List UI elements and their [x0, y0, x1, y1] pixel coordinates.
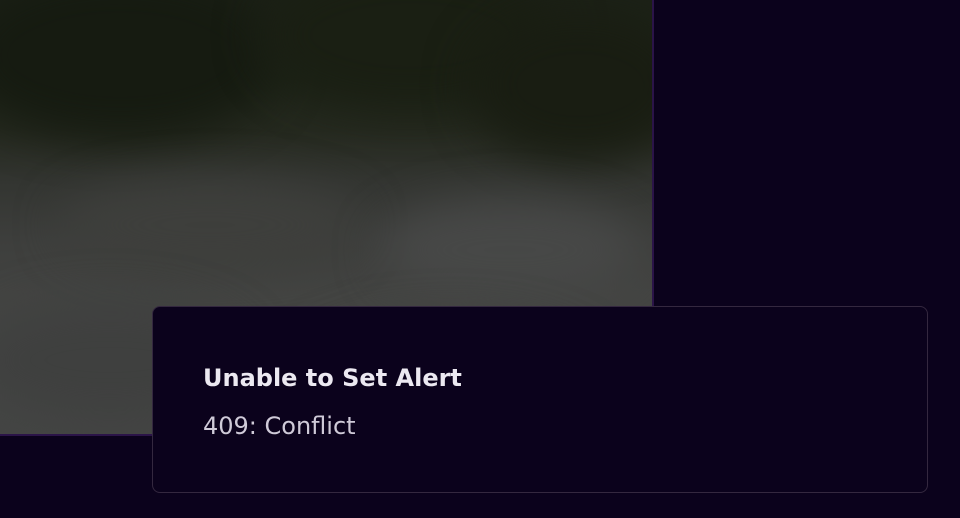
toast-message: 409: Conflict — [203, 412, 356, 440]
blurred-foliage — [0, 0, 280, 140]
error-toast: Unable to Set Alert 409: Conflict — [152, 306, 928, 493]
app-screen: Unable to Set Alert 409: Conflict — [0, 0, 960, 518]
blurred-ground — [60, 180, 360, 270]
toast-title: Unable to Set Alert — [203, 364, 462, 392]
blurred-ground — [380, 200, 640, 300]
